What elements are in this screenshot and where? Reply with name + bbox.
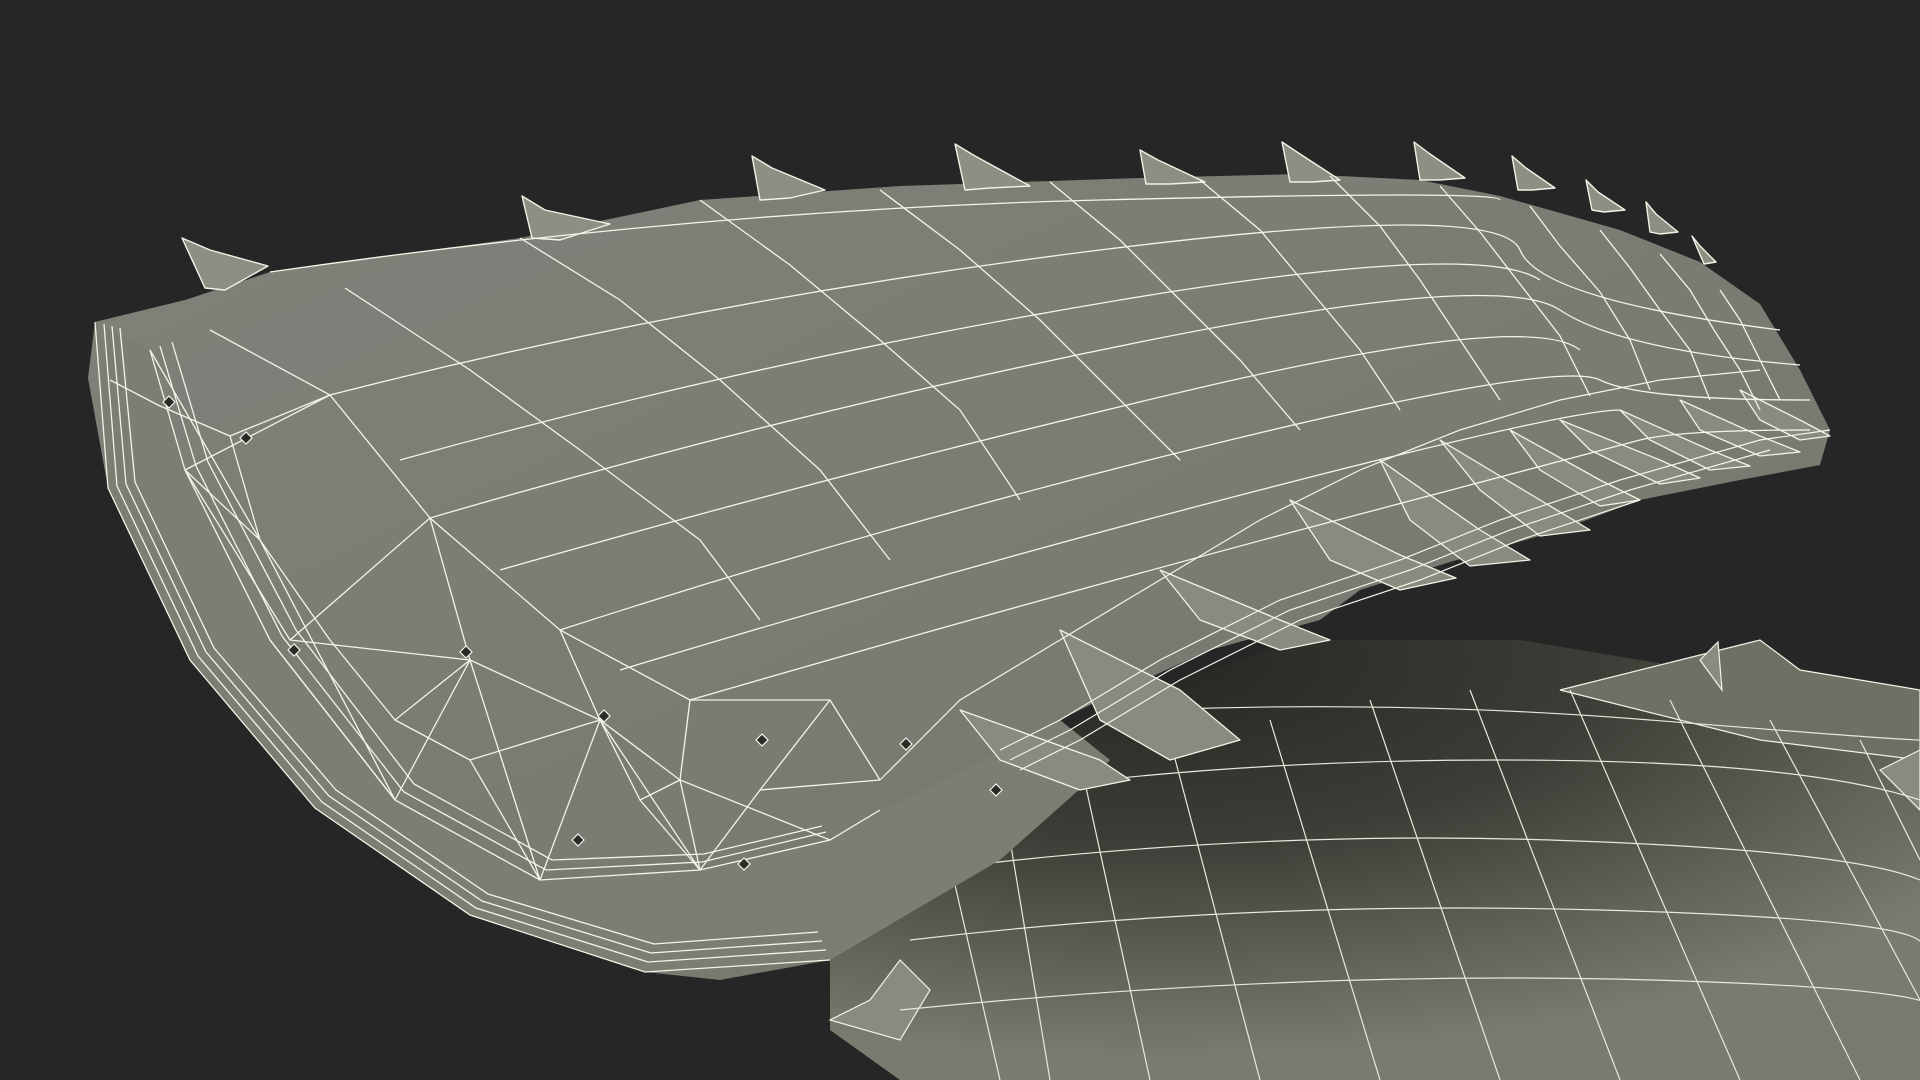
wireframe-render bbox=[88, 141, 1920, 1080]
spike-4 bbox=[954, 143, 1031, 191]
spike-9 bbox=[1585, 179, 1626, 213]
spike-5 bbox=[1139, 149, 1206, 185]
spike-8 bbox=[1511, 155, 1556, 191]
spike-11 bbox=[1691, 235, 1717, 265]
spike-10 bbox=[1645, 201, 1679, 235]
spike-6 bbox=[1281, 141, 1341, 183]
3d-viewport[interactable] bbox=[0, 0, 1920, 1080]
spike-7 bbox=[1413, 141, 1466, 181]
